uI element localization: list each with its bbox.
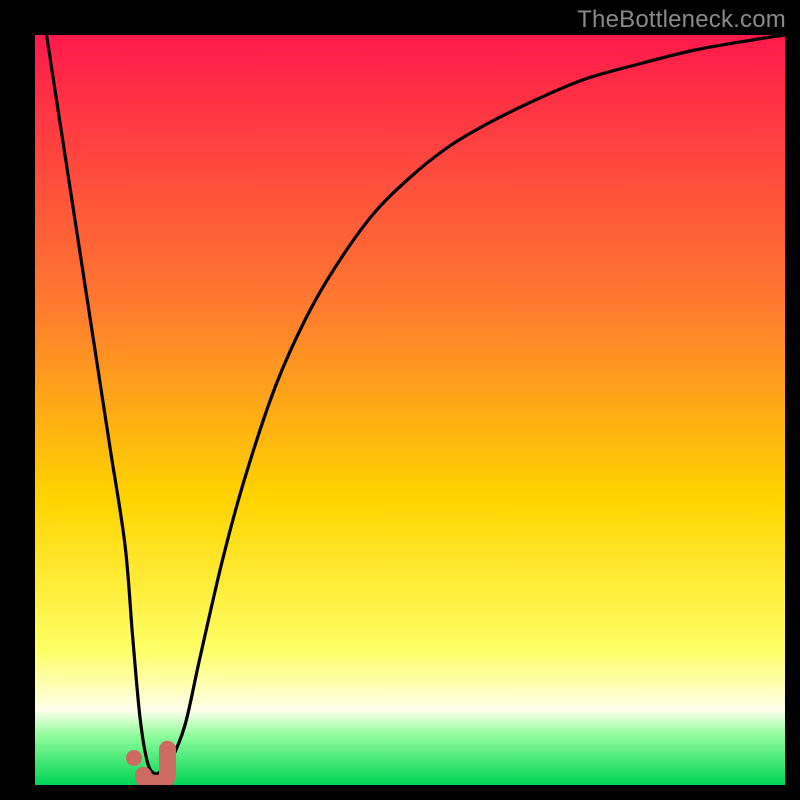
- plot-area: [35, 35, 785, 785]
- plot-svg: [35, 35, 785, 785]
- left-foot-dot: [126, 750, 142, 766]
- chart-frame: TheBottleneck.com: [0, 0, 800, 800]
- watermark-text: TheBottleneck.com: [577, 6, 786, 34]
- gradient-background: [35, 35, 785, 785]
